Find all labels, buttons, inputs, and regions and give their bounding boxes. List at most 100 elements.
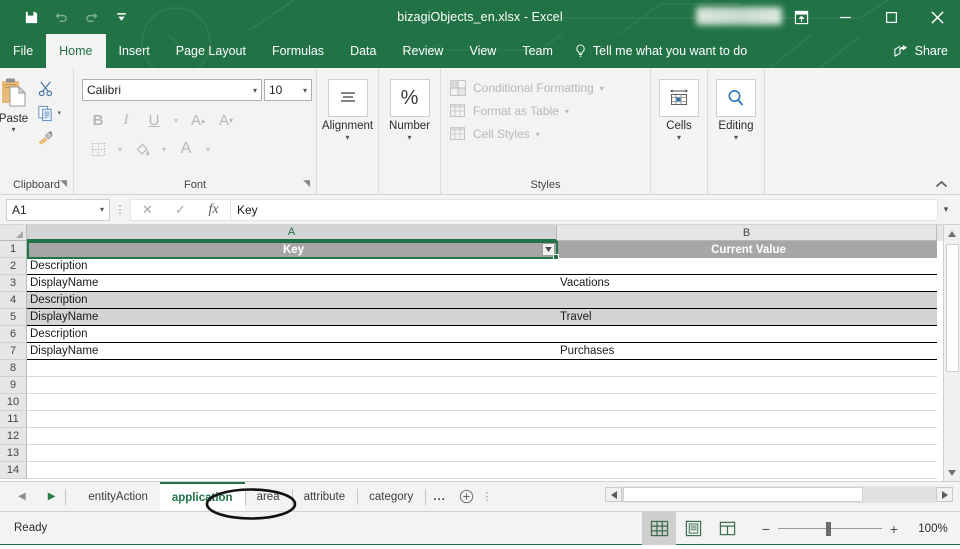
format-as-table-caret[interactable]: ▾ <box>565 107 569 116</box>
cell-a5[interactable]: DisplayName <box>27 309 557 326</box>
font-dialog-launcher[interactable]: ◥ <box>303 174 310 193</box>
name-box-caret-icon[interactable]: ▾ <box>100 205 104 214</box>
cell-b8[interactable] <box>557 360 937 377</box>
cell-a13[interactable] <box>27 445 557 462</box>
cell-styles-button[interactable]: Cell Styles ▾ <box>449 125 540 143</box>
scroll-up-icon[interactable] <box>943 225 960 242</box>
filter-dropdown-icon[interactable] <box>542 243 555 256</box>
row-header-6[interactable]: 6 <box>0 326 27 343</box>
cell-a14[interactable] <box>27 462 557 479</box>
alignment-dropdown-caret[interactable]: ▾ <box>345 134 349 142</box>
cell-b11[interactable] <box>557 411 937 428</box>
customize-qat-icon[interactable] <box>106 4 136 30</box>
font-name-input[interactable]: Calibri ▾ <box>82 79 262 101</box>
increase-font-size-button[interactable]: A ▴ <box>184 107 212 133</box>
paste-button[interactable]: Paste ▾ <box>0 73 37 149</box>
font-size-input[interactable]: 10 ▾ <box>264 79 312 101</box>
format-as-table-button[interactable]: Format as Table ▾ <box>449 102 569 120</box>
page-break-view-icon[interactable] <box>710 512 744 545</box>
cell-b3[interactable]: Vacations <box>557 275 937 292</box>
horizontal-scroll-thumb[interactable] <box>623 487 863 502</box>
cell-b6[interactable] <box>557 326 937 343</box>
cell-b13[interactable] <box>557 445 937 462</box>
cell-a4[interactable]: Description <box>27 292 557 309</box>
close-button[interactable] <box>914 0 960 34</box>
row-header-14[interactable]: 14 <box>0 462 27 479</box>
row-header-11[interactable]: 11 <box>0 411 27 428</box>
page-layout-view-icon[interactable] <box>676 512 710 545</box>
normal-view-icon[interactable] <box>642 512 676 545</box>
sheet-tab-application[interactable]: application <box>159 481 245 512</box>
ribbon-tab-view[interactable]: View <box>456 34 509 68</box>
sheet-tab-entityaction[interactable]: entityAction <box>76 482 159 512</box>
cell-b7[interactable]: Purchases <box>557 343 937 360</box>
zoom-in-button[interactable]: + <box>882 521 906 537</box>
cell-b5[interactable]: Travel <box>557 309 937 326</box>
zoom-level-label[interactable]: 100% <box>906 523 960 535</box>
confirm-entry-icon[interactable]: ✓ <box>164 200 197 220</box>
ribbon-tab-formulas[interactable]: Formulas <box>259 34 337 68</box>
cells-dropdown-caret[interactable]: ▾ <box>677 134 681 142</box>
cell-b2[interactable] <box>557 258 937 275</box>
paste-dropdown-caret[interactable]: ▾ <box>11 126 15 134</box>
zoom-slider-thumb[interactable] <box>826 521 831 536</box>
maximize-button[interactable] <box>868 0 914 34</box>
cut-button[interactable] <box>37 77 54 99</box>
sheet-overflow-icon[interactable]: ⋮ <box>480 490 494 503</box>
font-size-caret-icon[interactable]: ▾ <box>303 86 307 95</box>
cell-styles-caret[interactable]: ▾ <box>536 130 540 139</box>
row-header-3[interactable]: 3 <box>0 275 27 292</box>
prev-sheet-icon[interactable]: ◀ <box>18 491 26 502</box>
vertical-scroll-track[interactable] <box>943 242 960 464</box>
number-dropdown-caret[interactable]: ▾ <box>407 134 411 142</box>
conditional-formatting-caret[interactable]: ▾ <box>600 84 604 93</box>
name-box[interactable]: A1 ▾ <box>6 198 110 221</box>
ribbon-tab-insert[interactable]: Insert <box>106 34 163 68</box>
sheet-tab-category[interactable]: category <box>357 482 425 512</box>
vertical-scroll-thumb[interactable] <box>945 244 959 372</box>
horizontal-scroll-track[interactable] <box>622 486 936 503</box>
underline-dropdown-caret[interactable]: ▾ <box>168 107 184 133</box>
cell-a7[interactable]: DisplayName <box>27 343 557 360</box>
cell-a11[interactable] <box>27 411 557 428</box>
cell-b14[interactable] <box>557 462 937 479</box>
format-painter-button[interactable] <box>37 127 54 149</box>
font-color-button[interactable]: A <box>172 136 200 162</box>
minimize-button[interactable] <box>822 0 868 34</box>
bold-button[interactable]: B <box>84 107 112 133</box>
fill-color-button[interactable] <box>128 136 156 162</box>
horizontal-scrollbar[interactable] <box>605 486 953 503</box>
cell-a10[interactable] <box>27 394 557 411</box>
redo-icon[interactable] <box>76 4 106 30</box>
select-all-corner[interactable] <box>0 225 27 241</box>
italic-button[interactable]: I <box>112 107 140 133</box>
cell-a12[interactable] <box>27 428 557 445</box>
zoom-slider[interactable] <box>778 519 882 539</box>
editing-button[interactable] <box>716 79 756 117</box>
alignment-button[interactable] <box>327 79 368 117</box>
cell-a2[interactable]: Description <box>27 258 557 275</box>
cell-b9[interactable] <box>557 377 937 394</box>
sheet-tab-area[interactable]: area <box>244 482 292 512</box>
clipboard-dialog-launcher[interactable]: ◥ <box>60 174 67 193</box>
copy-button[interactable]: ▾ <box>37 102 61 124</box>
cancel-entry-icon[interactable]: ✕ <box>131 200 164 220</box>
cells-button[interactable] <box>659 79 699 117</box>
sheet-tab-attribute[interactable]: attribute <box>291 482 358 512</box>
formula-input[interactable]: Key <box>230 198 938 221</box>
vertical-scrollbar[interactable] <box>943 225 960 481</box>
tell-me-search[interactable]: Tell me what you want to do <box>574 34 747 68</box>
editing-dropdown-caret[interactable]: ▾ <box>734 134 738 142</box>
font-color-dropdown-caret[interactable]: ▾ <box>200 136 216 162</box>
row-header-9[interactable]: 9 <box>0 377 27 394</box>
borders-dropdown-caret[interactable]: ▾ <box>112 136 128 162</box>
font-name-caret-icon[interactable]: ▾ <box>253 86 257 95</box>
cell-a8[interactable] <box>27 360 557 377</box>
save-icon[interactable] <box>16 4 46 30</box>
ribbon-tab-review[interactable]: Review <box>389 34 456 68</box>
insert-function-icon[interactable]: fx <box>197 200 230 220</box>
row-header-5[interactable]: 5 <box>0 309 27 326</box>
row-header-1[interactable]: 1 <box>0 241 27 258</box>
ribbon-tab-team[interactable]: Team <box>509 34 566 68</box>
ribbon-tab-home[interactable]: Home <box>46 34 106 68</box>
